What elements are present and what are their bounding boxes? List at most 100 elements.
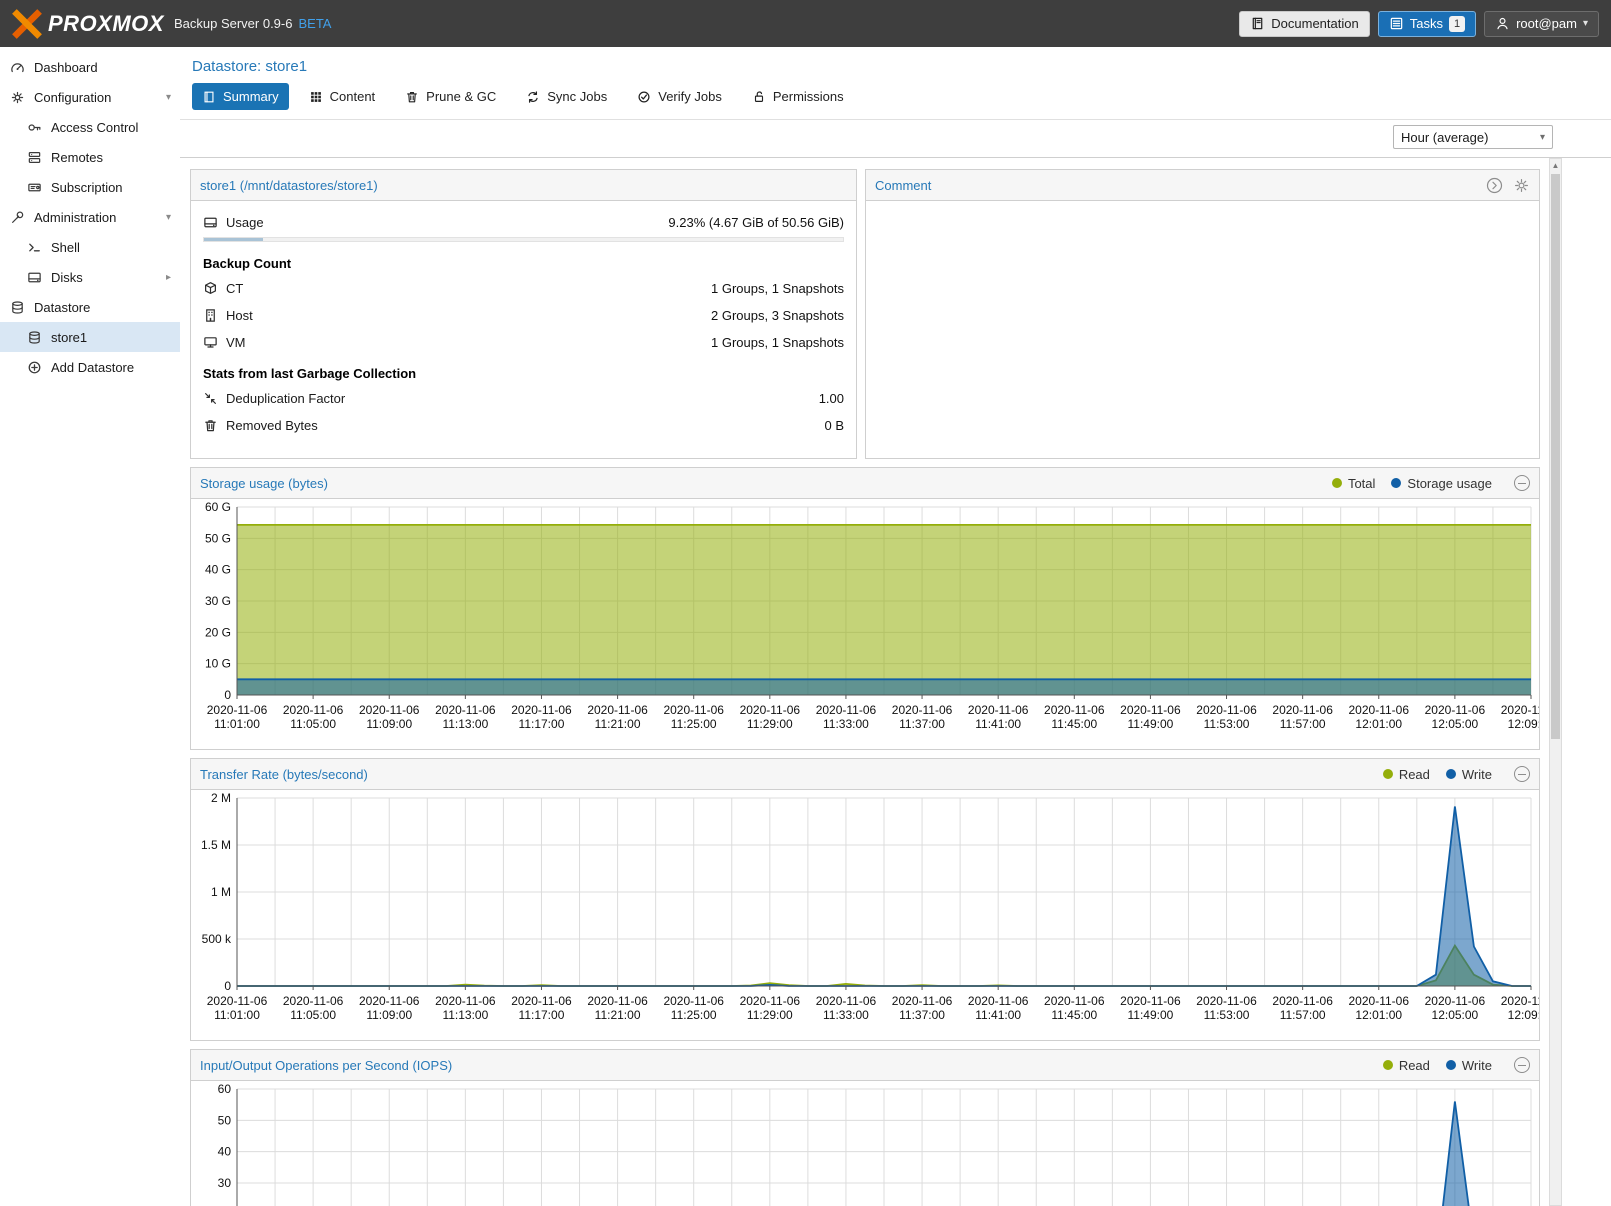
svg-text:11:53:00: 11:53:00 bbox=[1204, 717, 1250, 731]
svg-text:2020-11-06: 2020-11-06 bbox=[435, 994, 496, 1008]
plus-circle-icon bbox=[27, 360, 42, 375]
svg-text:20 G: 20 G bbox=[205, 625, 231, 639]
time-range-select[interactable]: Hour (average) ▾ bbox=[1393, 125, 1553, 149]
comment-body[interactable] bbox=[866, 201, 1539, 458]
tasks-label: Tasks bbox=[1410, 16, 1443, 31]
svg-text:12:09:00: 12:09:00 bbox=[1508, 1008, 1539, 1022]
collapse-icon[interactable] bbox=[1514, 475, 1530, 491]
tab-content[interactable]: Content bbox=[299, 83, 386, 110]
svg-text:11:33:00: 11:33:00 bbox=[823, 717, 869, 731]
documentation-button[interactable]: Documentation bbox=[1239, 11, 1369, 37]
scroll-region: store1 (/mnt/datastores/store1) Usage 9.… bbox=[180, 158, 1611, 1206]
chart-legend: Total Storage usage bbox=[1332, 475, 1530, 491]
book-icon bbox=[202, 90, 216, 104]
beta-link[interactable]: BETA bbox=[298, 16, 331, 31]
svg-text:11:53:00: 11:53:00 bbox=[1204, 1008, 1250, 1022]
svg-text:2020-11-06: 2020-11-06 bbox=[1425, 994, 1486, 1008]
svg-text:11:33:00: 11:33:00 bbox=[823, 1008, 869, 1022]
dedup-label: Deduplication Factor bbox=[226, 391, 811, 406]
collapse-icon[interactable] bbox=[1514, 1057, 1530, 1073]
svg-text:2020-11-06: 2020-11-06 bbox=[663, 703, 724, 717]
svg-text:11:45:00: 11:45:00 bbox=[1051, 717, 1097, 731]
top-bar: PROXMOX Backup Server 0.9-6 BETA Documen… bbox=[0, 0, 1611, 47]
usage-label: Usage bbox=[226, 215, 660, 230]
svg-text:2020-11-06: 2020-11-06 bbox=[740, 703, 801, 717]
sidebar-item-disks[interactable]: Disks ▸ bbox=[0, 262, 180, 292]
tab-label: Sync Jobs bbox=[547, 89, 607, 104]
scroll-up-icon[interactable]: ▲ bbox=[1550, 159, 1561, 173]
svg-text:11:05:00: 11:05:00 bbox=[290, 717, 336, 731]
vertical-scrollbar[interactable]: ▲ bbox=[1549, 158, 1562, 1206]
sidebar-item-store1[interactable]: store1 bbox=[0, 322, 180, 352]
dedup-row: Deduplication Factor 1.00 bbox=[203, 385, 844, 412]
svg-text:2020-11-06: 2020-11-06 bbox=[740, 994, 801, 1008]
sidebar-item-add-datastore[interactable]: Add Datastore bbox=[0, 352, 180, 382]
key-icon bbox=[27, 120, 42, 135]
tab-label: Prune & GC bbox=[426, 89, 496, 104]
collapse-icon[interactable] bbox=[1514, 766, 1530, 782]
svg-text:11:09:00: 11:09:00 bbox=[366, 717, 412, 731]
svg-text:2020-11-06: 2020-11-06 bbox=[816, 703, 877, 717]
legend-item-total[interactable]: Total bbox=[1332, 476, 1375, 491]
svg-text:2020-11-06: 2020-11-06 bbox=[1044, 994, 1105, 1008]
tasks-button[interactable]: Tasks 1 bbox=[1378, 11, 1476, 37]
tab-summary[interactable]: Summary bbox=[192, 83, 289, 110]
tab-permissions[interactable]: Permissions bbox=[742, 83, 854, 110]
ct-row: CT 1 Groups, 1 Snapshots bbox=[203, 275, 844, 302]
tab-prune-gc[interactable]: Prune & GC bbox=[395, 83, 506, 110]
tab-verify-jobs[interactable]: Verify Jobs bbox=[627, 83, 732, 110]
storage-usage-chart-panel: Storage usage (bytes) Total Storage usag… bbox=[190, 467, 1540, 750]
scrollbar-thumb[interactable] bbox=[1551, 174, 1560, 739]
database-icon bbox=[27, 330, 42, 345]
legend-item-read[interactable]: Read bbox=[1383, 1058, 1430, 1073]
edit-chevron-icon[interactable] bbox=[1486, 177, 1503, 194]
book-icon bbox=[1250, 16, 1265, 31]
sidebar-item-dashboard[interactable]: Dashboard bbox=[0, 52, 180, 82]
cube-icon bbox=[203, 281, 218, 296]
comment-panel-header: Comment bbox=[866, 170, 1539, 201]
sidebar-item-datastore[interactable]: Datastore bbox=[0, 292, 180, 322]
comment-panel: Comment bbox=[865, 169, 1540, 459]
sidebar-item-subscription[interactable]: Subscription bbox=[0, 172, 180, 202]
task-list-icon bbox=[1389, 16, 1404, 31]
tab-bar: Summary Content Prune & GC Sync Jobs bbox=[180, 83, 1611, 119]
svg-text:2 M: 2 M bbox=[211, 791, 231, 805]
usage-progressbar bbox=[203, 237, 844, 242]
svg-text:500 k: 500 k bbox=[202, 932, 232, 946]
svg-text:11:29:00: 11:29:00 bbox=[747, 1008, 793, 1022]
check-circle-icon bbox=[637, 90, 651, 104]
gear-icon[interactable] bbox=[1513, 177, 1530, 194]
legend-item-storage-usage[interactable]: Storage usage bbox=[1391, 476, 1492, 491]
product-version: Backup Server 0.9-6 bbox=[174, 16, 293, 31]
user-menu-button[interactable]: root@pam ▾ bbox=[1484, 11, 1599, 37]
sidebar-item-shell[interactable]: Shell bbox=[0, 232, 180, 262]
svg-text:2020-11-06: 2020-11-06 bbox=[1349, 703, 1410, 717]
legend-item-write[interactable]: Write bbox=[1446, 767, 1492, 782]
tab-sync-jobs[interactable]: Sync Jobs bbox=[516, 83, 617, 110]
hard-disk-icon bbox=[203, 215, 218, 230]
backup-count-title: Backup Count bbox=[203, 246, 844, 275]
svg-text:2020-11-06: 2020-11-06 bbox=[1425, 703, 1486, 717]
sidebar-item-access-control[interactable]: Access Control bbox=[0, 112, 180, 142]
svg-text:2020-11-06: 2020-11-06 bbox=[1120, 994, 1181, 1008]
sidebar-item-administration[interactable]: Administration ▾ bbox=[0, 202, 180, 232]
legend-dot bbox=[1446, 769, 1456, 779]
chart-legend: Read Write bbox=[1383, 766, 1530, 782]
legend-item-write[interactable]: Write bbox=[1446, 1058, 1492, 1073]
svg-text:11:05:00: 11:05:00 bbox=[290, 1008, 336, 1022]
legend-label: Read bbox=[1399, 767, 1430, 782]
usage-progress-fill bbox=[204, 238, 263, 241]
wrench-icon bbox=[10, 210, 25, 225]
unlock-icon bbox=[752, 90, 766, 104]
iops-chart-panel: Input/Output Operations per Second (IOPS… bbox=[190, 1049, 1540, 1206]
sidebar-item-configuration[interactable]: Configuration ▾ bbox=[0, 82, 180, 112]
monitor-icon bbox=[203, 335, 218, 350]
svg-text:50 G: 50 G bbox=[205, 531, 231, 545]
svg-text:60 G: 60 G bbox=[205, 500, 231, 514]
host-label: Host bbox=[226, 308, 703, 323]
hard-disk-icon bbox=[27, 270, 42, 285]
legend-item-read[interactable]: Read bbox=[1383, 767, 1430, 782]
svg-text:1 M: 1 M bbox=[211, 885, 231, 899]
legend-dot bbox=[1383, 1060, 1393, 1070]
sidebar-item-remotes[interactable]: Remotes bbox=[0, 142, 180, 172]
